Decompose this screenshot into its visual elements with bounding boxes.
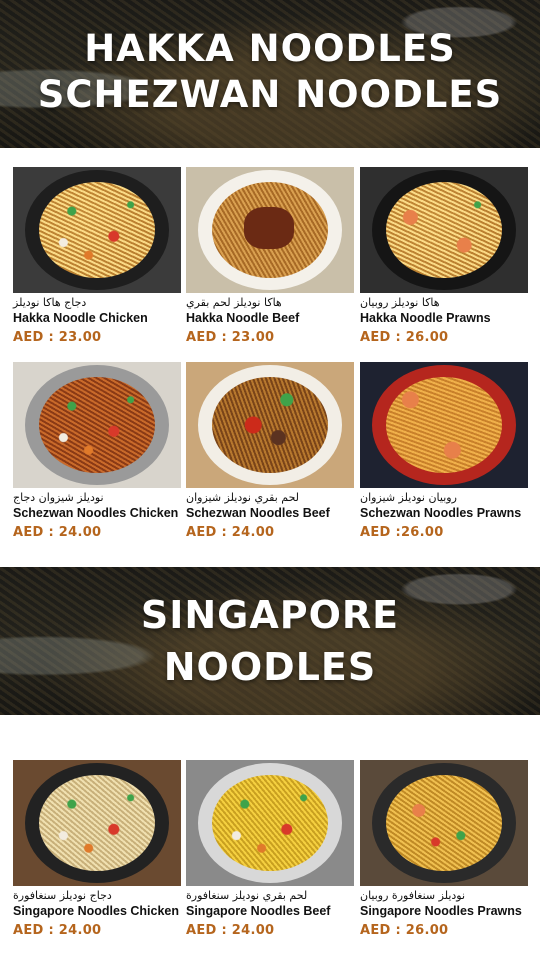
item-arabic-name: دجاج نوديلز سنغافورة (13, 889, 112, 902)
menu-item[interactable]: هاكا نوديلز لحم بقري Hakka Noodle Beef A… (186, 167, 354, 345)
item-price: AED : 24.00 (186, 525, 275, 540)
section-title-line1: SINGAPORE (140, 593, 400, 637)
menu-item[interactable]: لحم بقري نوديلز شيزوان Schezwan Noodles … (186, 362, 354, 540)
item-arabic-name: هاكا نوديلز لحم بقري (186, 296, 282, 309)
singapore-prawns-photo (360, 760, 528, 886)
item-arabic-name: هاكا نوديلز روبيان (360, 296, 440, 309)
item-name: Schezwan Noodles Beef (186, 506, 330, 520)
banner2-title-wrap: SINGAPORE NOODLES (0, 567, 540, 715)
item-arabic-name: روبيان نوديلز شيزوان (360, 491, 457, 504)
banner1-title-wrap: HAKKA NOODLES SCHEZWAN NOODLES (0, 0, 540, 148)
schezwan-chicken-photo (13, 362, 181, 488)
menu-item[interactable]: نوديلز شيزوان دجاج Schezwan Noodles Chic… (13, 362, 181, 540)
schezwan-prawns-photo (360, 362, 528, 488)
section-title-hakka-schezwan: HAKKA NOODLES SCHEZWAN NOODLES (0, 26, 540, 118)
menu-item[interactable]: روبيان نوديلز شيزوان Schezwan Noodles Pr… (360, 362, 528, 540)
menu-item[interactable]: هاكا نوديلز روبيان Hakka Noodle Prawns A… (360, 167, 528, 345)
item-price: AED : 24.00 (186, 923, 275, 938)
singapore-beef-photo (186, 760, 354, 886)
item-price: AED : 23.00 (13, 330, 102, 345)
item-name: Schezwan Noodles Chicken (13, 506, 179, 520)
singapore-chicken-photo (13, 760, 181, 886)
item-arabic-name: نوديلز سنغافورة روبيان (360, 889, 466, 902)
item-arabic-name: لحم بقري نوديلز سنغافورة (186, 889, 308, 902)
hakka-prawns-photo (360, 167, 528, 293)
item-price: AED : 24.00 (13, 525, 102, 540)
item-name: Singapore Noodles Chicken (13, 904, 180, 918)
item-name: Singapore Noodles Prawns (360, 904, 522, 918)
item-price: AED : 26.00 (360, 330, 449, 345)
hakka-beef-photo (186, 167, 354, 293)
item-price: AED : 26.00 (360, 923, 449, 938)
item-name: Singapore Noodles Beef (186, 904, 331, 918)
item-name: Schezwan Noodles Prawns (360, 506, 522, 520)
schezwan-beef-photo (186, 362, 354, 488)
item-name: Hakka Noodle Beef (186, 311, 300, 325)
menu-item[interactable]: لحم بقري نوديلز سنغافورة Singapore Noodl… (186, 760, 354, 938)
menu-item[interactable]: دجاج نوديلز سنغافورة Singapore Noodles C… (13, 760, 181, 938)
section-title-line1: HAKKA NOODLES (84, 27, 456, 70)
section-title-line2: SCHEZWAN NOODLES (37, 73, 503, 116)
menu-item[interactable]: نوديلز سنغافورة روبيان Singapore Noodles… (360, 760, 528, 938)
item-name: Hakka Noodle Prawns (360, 311, 491, 325)
section-title-singapore: SINGAPORE NOODLES (0, 589, 540, 693)
item-name: Hakka Noodle Chicken (13, 311, 148, 325)
item-arabic-name: نوديلز شيزوان دجاج (13, 491, 104, 504)
item-price: AED : 24.00 (13, 923, 102, 938)
menu-item[interactable]: دجاج هاكا نوديلز Hakka Noodle Chicken AE… (13, 167, 181, 345)
item-arabic-name: لحم بقري نوديلز شيزوان (186, 491, 300, 504)
hakka-chicken-photo (13, 167, 181, 293)
item-arabic-name: دجاج هاكا نوديلز (13, 296, 87, 309)
item-price: AED :26.00 (360, 525, 444, 540)
item-price: AED : 23.00 (186, 330, 275, 345)
section-title-line2: NOODLES (163, 645, 377, 689)
